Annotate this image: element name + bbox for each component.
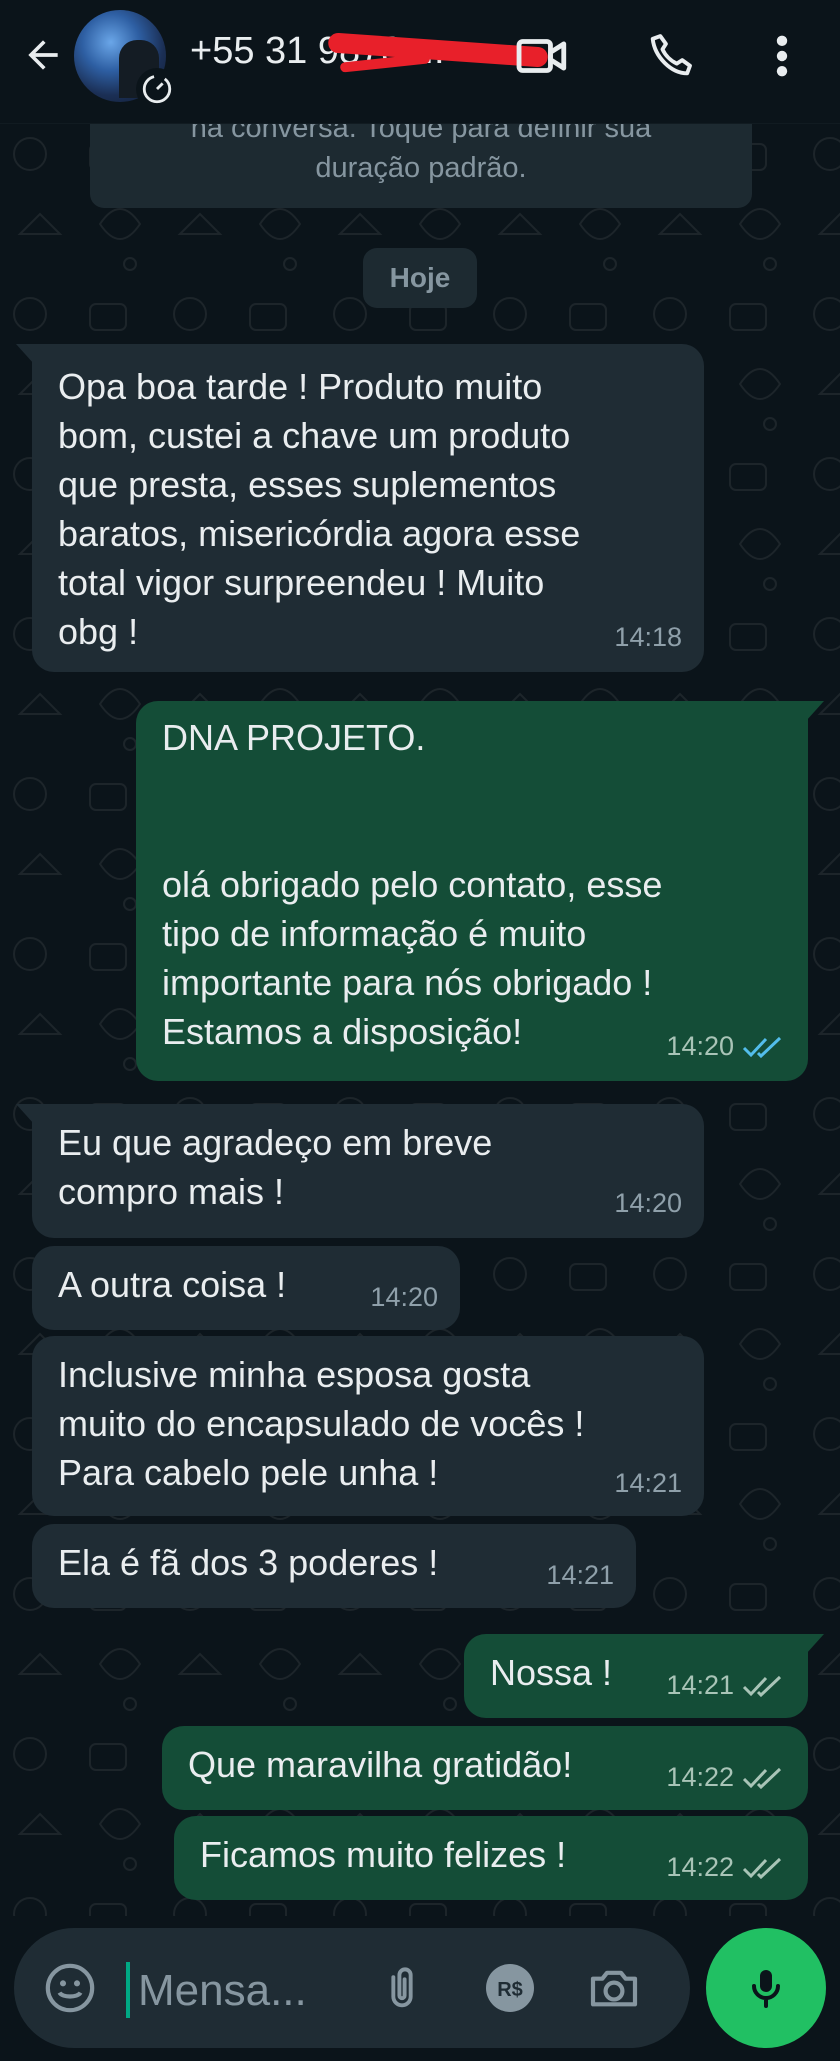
notice-line-2: duração padrão. bbox=[315, 152, 527, 184]
notice-line-1: na conversa. Toque para definir sua bbox=[190, 124, 652, 144]
chat-header: +55 31 9878 ... bbox=[0, 0, 840, 124]
message-meta: 14:20 bbox=[666, 1022, 786, 1071]
message-bubble-incoming[interactable]: Eu que agradeço em breve compro mais ! 1… bbox=[16, 1104, 704, 1238]
more-vert-icon bbox=[776, 35, 788, 77]
date-divider: Hoje bbox=[363, 248, 477, 308]
more-options-button[interactable] bbox=[752, 26, 812, 86]
payment-label: R$ bbox=[497, 1979, 523, 2001]
message-text: Nossa ! bbox=[490, 1652, 613, 1693]
paperclip-icon bbox=[391, 1967, 413, 2008]
payment-button[interactable]: R$ bbox=[478, 1956, 542, 2020]
arrow-left-icon bbox=[28, 40, 58, 70]
back-button[interactable] bbox=[18, 30, 68, 80]
emoji-icon bbox=[45, 1963, 95, 2013]
message-bubble-incoming[interactable]: Inclusive minha esposa gosta muito do en… bbox=[32, 1336, 704, 1516]
message-time: 14:20 bbox=[666, 1031, 734, 1061]
camera-icon bbox=[590, 1970, 638, 2007]
message-composer: Mensa... R$ bbox=[14, 1928, 690, 2048]
message-time: 14:20 bbox=[614, 1188, 682, 1218]
delivered-check-icon bbox=[742, 1857, 782, 1879]
message-text: Que maravilha gratidão! bbox=[188, 1744, 573, 1785]
message-bubble-outgoing[interactable]: DNA PROJETO. olá obrigado pelo contato, … bbox=[136, 701, 824, 1081]
disappearing-timer-icon bbox=[136, 68, 178, 110]
message-bubble-outgoing[interactable]: Que maravilha gratidão! 14:22 bbox=[162, 1726, 808, 1810]
message-text: Ficamos muito felizes ! bbox=[200, 1834, 567, 1875]
emoji-button[interactable] bbox=[38, 1956, 102, 2020]
read-check-icon bbox=[742, 1036, 782, 1058]
message-meta: 14:21 bbox=[666, 1661, 786, 1710]
message-text: A outra coisa ! bbox=[58, 1264, 287, 1305]
video-call-button[interactable] bbox=[512, 26, 572, 86]
message-time: 14:18 bbox=[614, 622, 682, 652]
message-time: 14:22 bbox=[666, 1762, 734, 1792]
video-call-icon bbox=[516, 39, 567, 73]
message-time: 14:21 bbox=[546, 1560, 614, 1590]
camera-button[interactable] bbox=[582, 1956, 646, 2020]
message-text: Ela é fã dos 3 poderes ! bbox=[58, 1542, 439, 1583]
phone-icon bbox=[650, 34, 692, 76]
text-cursor bbox=[126, 1962, 130, 2018]
chat-thread[interactable]: na conversa. Toque para definir sua dura… bbox=[0, 124, 840, 1916]
message-text: DNA PROJETO. olá obrigado pelo contato, … bbox=[162, 717, 663, 1052]
message-time: 14:21 bbox=[666, 1670, 734, 1700]
disappearing-messages-notice[interactable]: na conversa. Toque para definir sua dura… bbox=[90, 124, 752, 208]
voice-message-button[interactable] bbox=[706, 1928, 826, 2048]
message-text: Inclusive minha esposa gosta muito do en… bbox=[58, 1354, 585, 1493]
message-meta: 14:22 bbox=[666, 1843, 786, 1892]
message-bubble-outgoing[interactable]: Nossa ! 14:21 bbox=[464, 1634, 824, 1718]
message-bubble-incoming[interactable]: Opa boa tarde ! Produto muito bom, custe… bbox=[16, 344, 704, 672]
message-bubble-outgoing[interactable]: Ficamos muito felizes ! 14:22 bbox=[174, 1816, 808, 1900]
message-input[interactable]: Mensa... bbox=[138, 1966, 307, 2016]
message-meta: 14:22 bbox=[666, 1753, 786, 1802]
message-time: 14:22 bbox=[666, 1852, 734, 1882]
message-text: Eu que agradeço em breve compro mais ! bbox=[58, 1122, 493, 1212]
microphone-icon bbox=[752, 1970, 780, 2008]
delivered-check-icon bbox=[742, 1675, 782, 1697]
message-time: 14:21 bbox=[614, 1468, 682, 1498]
message-bubble-incoming[interactable]: Ela é fã dos 3 poderes ! 14:21 bbox=[32, 1524, 636, 1608]
payment-brl-icon: R$ bbox=[486, 1964, 534, 2012]
message-bubble-incoming[interactable]: A outra coisa ! 14:20 bbox=[32, 1246, 460, 1330]
message-time: 14:20 bbox=[370, 1282, 438, 1312]
delivered-check-icon bbox=[742, 1767, 782, 1789]
message-text: Opa boa tarde ! Produto muito bom, custe… bbox=[58, 366, 581, 652]
attach-button[interactable] bbox=[370, 1956, 434, 2020]
voice-call-button[interactable] bbox=[642, 26, 702, 86]
